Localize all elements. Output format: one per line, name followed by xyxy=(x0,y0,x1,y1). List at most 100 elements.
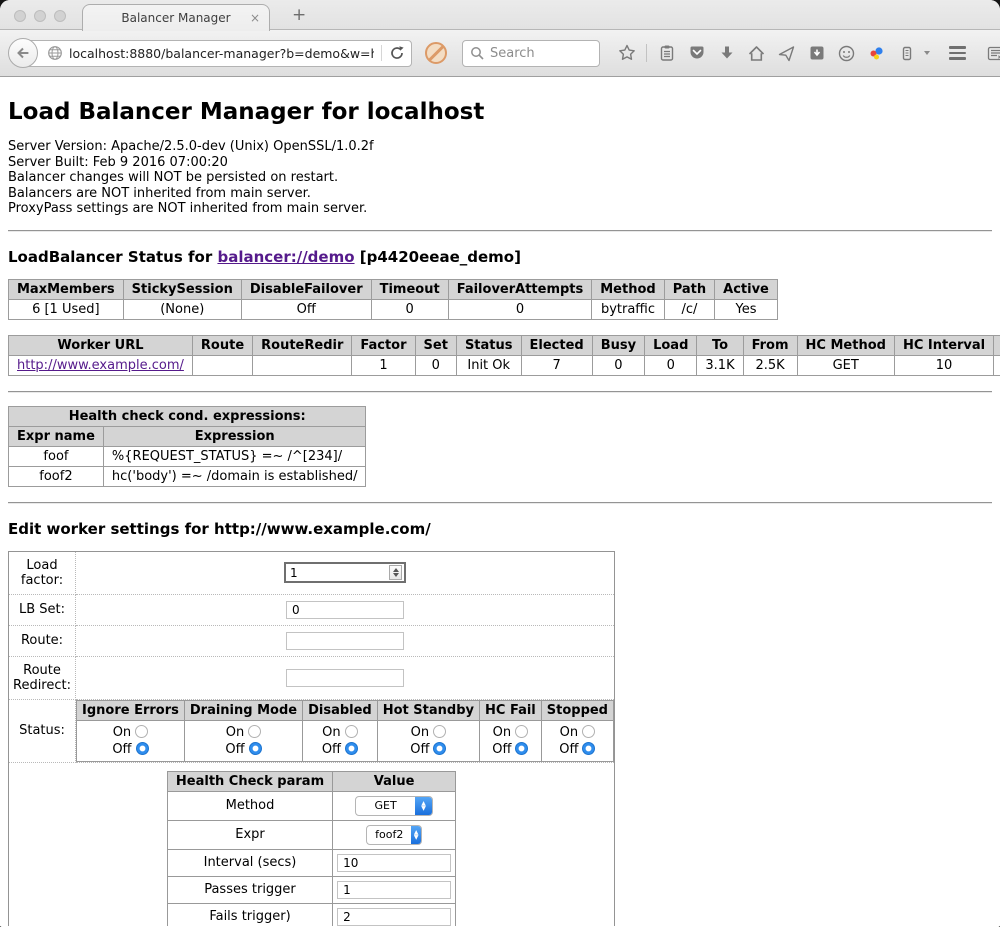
extension-button[interactable] xyxy=(863,40,890,67)
home-button[interactable] xyxy=(743,40,770,67)
content-blocked-icon[interactable] xyxy=(425,42,447,64)
downloads-button[interactable] xyxy=(713,40,740,67)
hc-fail-off-radio[interactable] xyxy=(515,742,528,755)
route-input[interactable] xyxy=(286,632,404,650)
stopped-on-radio[interactable] xyxy=(582,725,595,738)
hamburger-icon xyxy=(949,46,966,60)
traffic-lights[interactable] xyxy=(14,10,66,22)
session-manager-button[interactable] xyxy=(893,40,920,67)
table-header-row: MaxMembers StickySession DisableFailover… xyxy=(9,279,778,299)
draining-mode-on-radio[interactable] xyxy=(248,725,261,738)
download-panel-button[interactable] xyxy=(803,40,830,67)
draining-mode-off-radio[interactable] xyxy=(249,742,262,755)
ignore-errors-off-radio[interactable] xyxy=(136,742,149,755)
col-hc-fail: HC Fail xyxy=(480,700,542,720)
edit-worker-heading: Edit worker settings for http://www.exam… xyxy=(8,520,992,538)
zoom-window-button[interactable] xyxy=(54,10,66,22)
hot-standby-off-radio[interactable] xyxy=(433,742,446,755)
url-text[interactable]: localhost:8880/balancer-manager?b=demo&w… xyxy=(69,46,374,61)
menu-button[interactable] xyxy=(944,40,971,67)
passes-input[interactable] xyxy=(337,881,451,899)
send-tab-button[interactable] xyxy=(773,40,800,67)
stopped-off-radio[interactable] xyxy=(582,742,595,755)
col-disablefailover: DisableFailover xyxy=(241,279,371,299)
search-bar[interactable]: Search xyxy=(462,40,600,67)
worker-url-link[interactable]: http://www.example.com/ xyxy=(17,358,184,373)
grid-icon xyxy=(986,44,1000,63)
back-button[interactable] xyxy=(8,38,38,68)
feedback-button[interactable] xyxy=(833,40,860,67)
ignore-errors-radios: On Off xyxy=(77,720,185,761)
back-arrow-icon xyxy=(14,44,32,62)
interval-label: Interval (secs) xyxy=(167,849,332,876)
table-row: 6 [1 Used] (None) Off 0 0 bytraffic /c/ … xyxy=(9,299,778,319)
urlbar-divider xyxy=(381,45,382,61)
disabled-off-radio[interactable] xyxy=(345,742,358,755)
status-options-table: Ignore Errors Draining Mode Disabled Hot… xyxy=(76,700,614,762)
tab-title: Balancer Manager xyxy=(121,11,230,25)
smiley-icon xyxy=(837,44,856,63)
search-placeholder: Search xyxy=(490,46,535,61)
dropdown-caret-icon[interactable] xyxy=(924,51,930,55)
col-stickysession: StickySession xyxy=(123,279,241,299)
lb-set-input[interactable] xyxy=(286,601,404,619)
load-factor-label: Load factor: xyxy=(9,551,76,594)
expr-row: foof2 hc('body') =~ /domain is establish… xyxy=(9,466,366,486)
route-redirect-label: Route Redirect: xyxy=(9,656,76,699)
reload-icon[interactable] xyxy=(389,45,405,61)
pocket-icon xyxy=(688,44,706,62)
close-window-button[interactable] xyxy=(14,10,26,22)
persist-notice-line: Balancer changes will NOT be persisted o… xyxy=(8,170,992,186)
hot-standby-on-radio[interactable] xyxy=(433,725,446,738)
bookmarks-panel-button[interactable] xyxy=(982,40,1000,67)
interval-input[interactable] xyxy=(337,854,451,872)
disabled-on-radio[interactable] xyxy=(345,725,358,738)
browser-window: Balancer Manager × + localhost:8880/bala… xyxy=(0,0,1000,927)
page-content: Load Balancer Manager for localhost Serv… xyxy=(0,77,1000,926)
expr-select[interactable]: foof2 ▲▼ xyxy=(366,825,422,845)
hc-fail-on-radio[interactable] xyxy=(515,725,528,738)
ignore-errors-on-radio[interactable] xyxy=(135,725,148,738)
col-worker-url: Worker URL xyxy=(9,335,193,355)
col-draining-mode: Draining Mode xyxy=(184,700,302,720)
loadbalancer-status-heading: LoadBalancer Status for balancer://demo … xyxy=(8,248,992,266)
square-download-icon xyxy=(808,44,826,62)
pocket-button[interactable] xyxy=(683,40,710,67)
number-stepper-icon[interactable] xyxy=(389,565,402,580)
col-active: Active xyxy=(715,279,778,299)
battery-icon xyxy=(898,44,916,62)
col-method: Method xyxy=(592,279,664,299)
select-stepper-icon: ▲▼ xyxy=(411,826,421,844)
bookmark-star-button[interactable] xyxy=(613,40,640,67)
titlebar: Balancer Manager × + xyxy=(0,0,1000,30)
worker-status-table: Worker URL Route RouteRedir Factor Set S… xyxy=(8,335,1000,376)
fails-label: Fails trigger) xyxy=(167,903,332,926)
health-check-expressions-table: Health check cond. expressions: Expr nam… xyxy=(8,406,366,487)
hot-standby-radios: On Off xyxy=(377,720,479,761)
tab-close-icon[interactable]: × xyxy=(250,11,260,25)
page-title: Load Balancer Manager for localhost xyxy=(8,99,992,125)
balancer-demo-link[interactable]: balancer://demo xyxy=(217,248,354,266)
load-factor-input[interactable] xyxy=(286,566,389,580)
method-select[interactable]: GET ▲▼ xyxy=(355,796,433,816)
search-icon xyxy=(470,46,484,60)
clipboard-icon xyxy=(658,44,676,62)
stopped-radios: On Off xyxy=(541,720,613,761)
worker-settings-table: Load factor: LB Set: Route: Route Redire… xyxy=(8,551,615,927)
minimize-window-button[interactable] xyxy=(34,10,46,22)
new-tab-button[interactable]: + xyxy=(284,3,314,27)
star-icon xyxy=(617,43,637,63)
url-bar[interactable]: localhost:8880/balancer-manager?b=demo&w… xyxy=(22,40,412,67)
expr-label: Expr xyxy=(167,820,332,849)
reading-list-button[interactable] xyxy=(653,40,680,67)
tab-balancer-manager[interactable]: Balancer Manager × xyxy=(82,4,270,31)
divider xyxy=(8,391,992,393)
col-path: Path xyxy=(664,279,714,299)
route-redirect-input[interactable] xyxy=(286,669,404,687)
expr-table-title: Health check cond. expressions: xyxy=(9,406,366,426)
load-factor-field-wrap xyxy=(284,562,406,583)
divider xyxy=(8,230,992,232)
balancer-status-table: MaxMembers StickySession DisableFailover… xyxy=(8,279,778,320)
col-stopped: Stopped xyxy=(541,700,613,720)
fails-input[interactable] xyxy=(337,908,451,926)
